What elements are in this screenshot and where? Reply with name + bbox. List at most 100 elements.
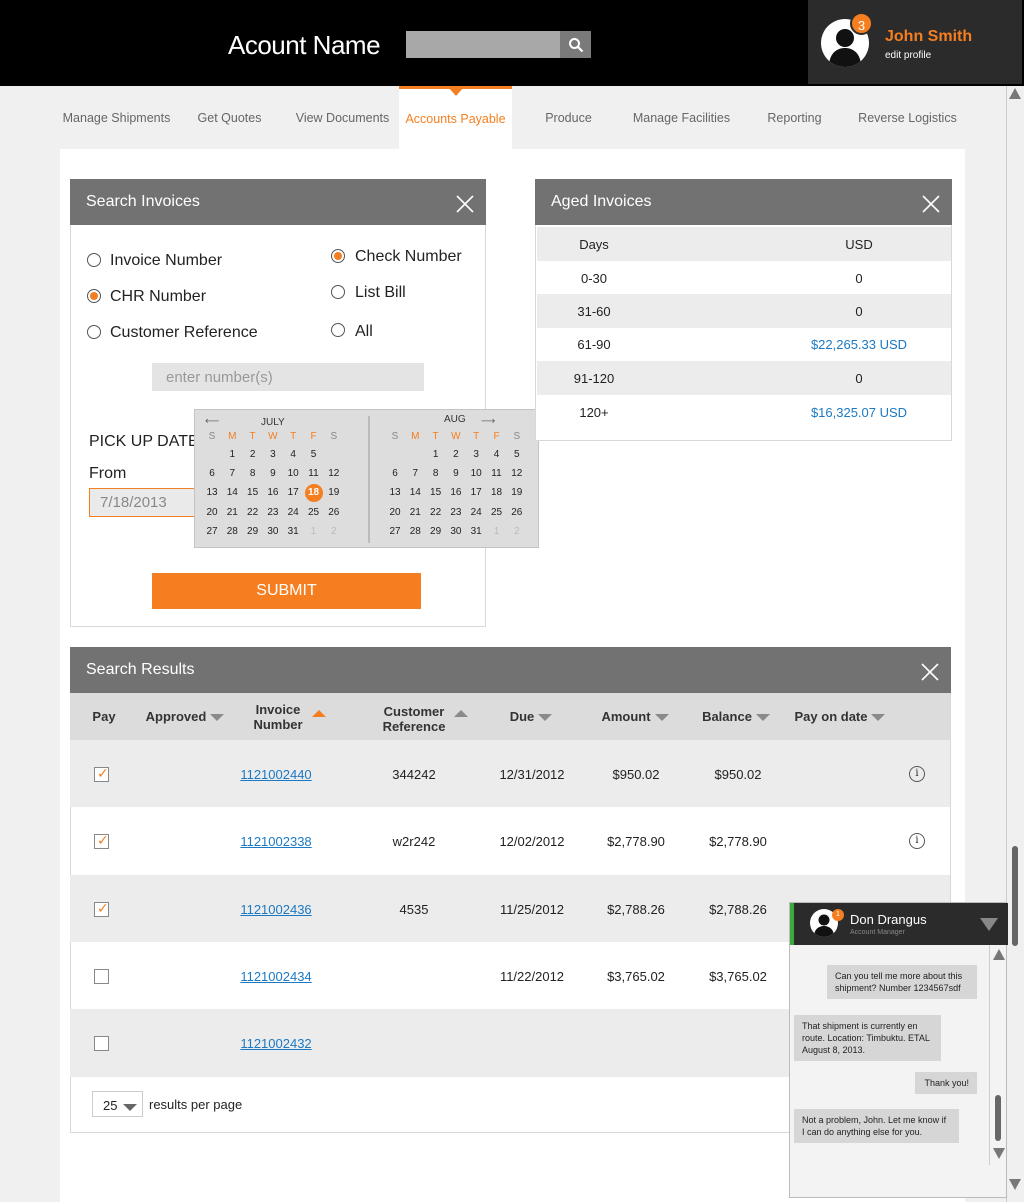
column-header-approved[interactable]: Approved (140, 709, 230, 724)
tab-reverse-logistics[interactable]: Reverse Logistics (851, 86, 964, 149)
tab-manage-facilities[interactable]: Manage Facilities (625, 86, 738, 149)
search-input[interactable] (406, 31, 560, 58)
pay-checkbox[interactable] (94, 1036, 109, 1051)
tab-reporting[interactable]: Reporting (738, 86, 851, 149)
calendar-day[interactable]: 10 (466, 465, 486, 483)
radio-all[interactable] (331, 323, 345, 337)
calendar-day[interactable]: 29 (243, 523, 263, 541)
calendar-day[interactable]: 18 (487, 484, 507, 502)
chat-scrollbar[interactable] (989, 945, 1007, 1165)
close-icon[interactable] (920, 662, 940, 682)
calendar-day[interactable]: 25 (487, 504, 507, 522)
column-header-pay-on-date[interactable]: Pay on date (792, 709, 888, 724)
calendar-day[interactable]: 11 (304, 465, 324, 483)
pay-checkbox[interactable] (94, 832, 109, 849)
scroll-down-icon[interactable] (993, 1148, 1005, 1159)
calendar-day[interactable]: 12 (507, 465, 527, 483)
user-profile[interactable]: 3 John Smith edit profile (808, 0, 1022, 84)
sort-down-icon[interactable] (871, 714, 886, 722)
calendar-day[interactable]: 5 (304, 446, 324, 464)
calendar-day[interactable]: 14 (222, 484, 242, 502)
calendar-day[interactable]: 13 (385, 484, 405, 502)
calendar-day[interactable]: 16 (263, 484, 283, 502)
calendar-day[interactable]: 4 (283, 446, 303, 464)
pay-checkbox[interactable] (94, 900, 109, 917)
tab-view-documents[interactable]: View Documents (286, 86, 399, 149)
sort-down-icon[interactable] (755, 714, 770, 722)
calendar-day[interactable]: 10 (283, 465, 303, 483)
calendar-day[interactable]: 9 (263, 465, 283, 483)
sort-up-icon[interactable] (312, 710, 326, 717)
calendar-day[interactable]: 17 (466, 484, 486, 502)
calendar-day[interactable]: 25 (304, 504, 324, 522)
calendar-day[interactable]: 26 (507, 504, 527, 522)
invoice-link[interactable]: 1121002434 (230, 969, 322, 984)
calendar-day[interactable]: 6 (202, 465, 222, 483)
number-input[interactable] (152, 363, 424, 391)
scroll-thumb[interactable] (1012, 846, 1018, 946)
tab-manage-shipments[interactable]: Manage Shipments (60, 86, 173, 149)
calendar-day[interactable]: 30 (446, 523, 466, 541)
calendar-day[interactable]: 14 (405, 484, 425, 502)
radio-chr-number[interactable] (87, 289, 101, 303)
invoice-link[interactable]: 1121002440 (230, 767, 322, 782)
calendar-day[interactable]: 24 (283, 504, 303, 522)
column-header-customer-reference[interactable]: Customer Reference (374, 704, 454, 734)
page-scrollbar[interactable] (1006, 86, 1022, 1202)
calendar-day[interactable]: 15 (243, 484, 263, 502)
collapse-icon[interactable] (980, 918, 998, 931)
aged-amount-link[interactable]: $22,265.33 USD (767, 337, 951, 352)
scroll-thumb[interactable] (995, 1095, 1001, 1141)
calendar-day[interactable]: 23 (446, 504, 466, 522)
close-icon[interactable] (921, 194, 941, 214)
calendar-day[interactable]: 20 (202, 504, 222, 522)
calendar-day[interactable]: 5 (507, 446, 527, 464)
info-icon[interactable]: i (909, 766, 925, 782)
calendar-day[interactable]: 13 (202, 484, 222, 502)
radio-list-bill[interactable] (331, 285, 345, 299)
column-header-invoice-number[interactable]: Invoice Number (250, 702, 306, 732)
column-header-amount[interactable]: Amount (598, 709, 672, 724)
pay-checkbox[interactable] (94, 765, 109, 782)
calendar-day[interactable]: 1 (487, 523, 507, 541)
sort-down-icon[interactable] (538, 714, 553, 722)
calendar-day[interactable]: 2 (446, 446, 466, 464)
prev-month-icon[interactable]: ⟵ (205, 416, 219, 427)
calendar-day[interactable]: 22 (426, 504, 446, 522)
calendar-day[interactable]: 29 (426, 523, 446, 541)
calendar-day[interactable]: 31 (283, 523, 303, 541)
calendar-day[interactable]: 15 (426, 484, 446, 502)
scroll-up-icon[interactable] (1009, 88, 1021, 99)
calendar-day[interactable]: 27 (202, 523, 222, 541)
calendar-day[interactable]: 6 (385, 465, 405, 483)
calendar-day[interactable]: 1 (222, 446, 242, 464)
calendar-day[interactable]: 21 (405, 504, 425, 522)
sort-down-icon[interactable] (654, 714, 669, 722)
calendar-day[interactable]: 12 (324, 465, 344, 483)
calendar-day[interactable]: 11 (487, 465, 507, 483)
chat-header[interactable]: 1 Don Drangus Account Manager (790, 903, 1008, 945)
invoice-link[interactable]: 1121002338 (230, 834, 322, 849)
results-per-page-select[interactable]: 25 (92, 1091, 143, 1117)
calendar-day[interactable]: 8 (426, 465, 446, 483)
notification-badge[interactable]: 3 (850, 12, 873, 35)
calendar-day[interactable]: 4 (487, 446, 507, 464)
pay-checkbox[interactable] (94, 969, 109, 984)
aged-amount-link[interactable]: $16,325.07 USD (767, 405, 951, 420)
calendar-day[interactable]: 21 (222, 504, 242, 522)
user-name[interactable]: John Smith (885, 28, 972, 46)
scroll-down-icon[interactable] (1009, 1179, 1021, 1190)
tab-produce[interactable]: Produce (512, 86, 625, 149)
calendar-day[interactable]: 24 (466, 504, 486, 522)
sort-down-icon[interactable] (210, 714, 225, 722)
column-header-due[interactable]: Due (506, 709, 556, 724)
calendar-day[interactable]: 17 (283, 484, 303, 502)
tab-accounts-payable[interactable]: Accounts Payable (399, 86, 512, 149)
calendar-day[interactable]: 22 (243, 504, 263, 522)
calendar-day[interactable]: 7 (222, 465, 242, 483)
calendar-day[interactable]: 1 (304, 523, 324, 541)
edit-profile-link[interactable]: edit profile (885, 50, 931, 61)
radio-invoice-number[interactable] (87, 253, 101, 267)
invoice-link[interactable]: 1121002436 (230, 902, 322, 917)
calendar-day[interactable]: 20 (385, 504, 405, 522)
